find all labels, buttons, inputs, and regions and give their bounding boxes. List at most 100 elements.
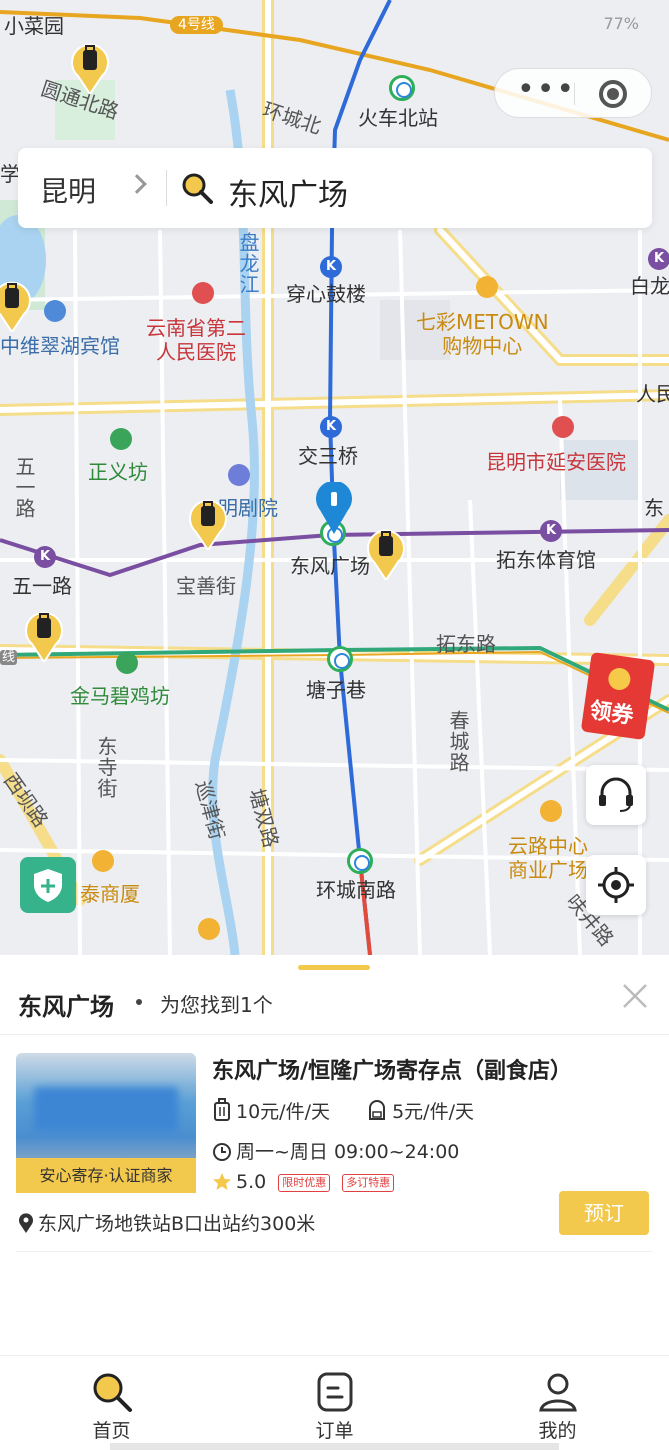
book-button[interactable]: 预订 [559, 1191, 649, 1235]
bottom-tab-bar: 首页 订单 我的 [0, 1355, 669, 1450]
metro-station-icon[interactable] [389, 75, 415, 101]
map-label-xue: 学 [0, 162, 20, 186]
coupon-label: 领券 [587, 698, 636, 730]
promo-tag-multi: 多订特惠 [342, 1174, 395, 1192]
map-label-chuanxin: 穿心鼓楼 [286, 282, 366, 306]
battery-text: 77% [603, 14, 639, 33]
map-label-huancheng-nan: 环城南路 [316, 878, 396, 902]
map-label-baihong: 白龙 [630, 274, 669, 298]
map-label-dongsi: 东寺街 [94, 736, 118, 799]
map-label-dong: 东 [644, 496, 664, 520]
hotel-poi-icon[interactable] [44, 300, 66, 322]
search-bar[interactable]: 昆明 东风广场 [18, 148, 652, 228]
mall-poi-icon[interactable] [198, 918, 220, 940]
price-bag: 5元/件/天 [392, 1101, 474, 1123]
search-icon[interactable] [180, 171, 214, 205]
order-icon [317, 1372, 353, 1412]
luggage-pin-icon[interactable] [70, 40, 110, 94]
search-input[interactable]: 东风广场 [228, 170, 348, 214]
map-label-metown: 七彩METOWN 购物中心 [416, 310, 549, 358]
hours-row: 周一~周日 09:00~24:00 [212, 1137, 459, 1164]
suitcase-icon [214, 1098, 230, 1121]
backpack-icon [369, 1100, 386, 1120]
customer-service-button[interactable] [586, 765, 646, 825]
metro-k-icon: K [320, 256, 342, 278]
shield-plus-icon [34, 869, 62, 902]
ellipsis-icon[interactable]: ••• [517, 75, 574, 109]
map-label-taishang: 泰商厦 [80, 882, 140, 906]
price-luggage: 10元/件/天 [236, 1101, 330, 1123]
luggage-pin-icon[interactable] [366, 526, 406, 580]
map-label-jinma: 金马碧鸡坊 [70, 684, 170, 708]
rating-value: 5.0 [236, 1171, 267, 1193]
luggage-pin-icon[interactable] [0, 278, 32, 332]
map-label-renmin: 人民 [636, 382, 669, 406]
headset-icon [599, 777, 633, 812]
star-icon [213, 1173, 231, 1190]
tab-mine[interactable]: 我的 [446, 1356, 669, 1450]
chevron-right-icon[interactable] [127, 174, 147, 194]
map-label-dongfeng: 东风广场 [290, 554, 370, 578]
metro-k-icon: K [34, 546, 56, 568]
luggage-pin-icon[interactable] [24, 608, 64, 662]
close-icon[interactable] [620, 981, 650, 1011]
map-label-baoshan: 宝善街 [176, 574, 236, 598]
tab-mine-label: 我的 [538, 1420, 577, 1442]
metro-station-icon[interactable] [327, 646, 353, 672]
luggage-pin-icon[interactable] [188, 496, 228, 550]
target-close-icon[interactable] [599, 80, 627, 108]
tab-home-label: 首页 [92, 1420, 131, 1442]
locate-button[interactable] [586, 855, 646, 915]
metro-k-icon: K [540, 520, 562, 542]
metro-k-icon: K [648, 248, 669, 270]
results-title: 东风广场 [18, 993, 114, 1021]
sheet-drag-handle[interactable] [298, 965, 370, 970]
map-label-yunlu: 云路中心 商业广场 [508, 834, 588, 882]
tab-orders[interactable]: 订单 [223, 1356, 446, 1450]
metro-k-icon: K [320, 416, 342, 438]
tab-orders-label: 订单 [315, 1420, 354, 1442]
hospital-poi-icon[interactable] [552, 416, 574, 438]
separator-dot [136, 999, 142, 1005]
miniprogram-capsule: ••• [494, 68, 652, 118]
results-count: 为您找到1个 [160, 993, 273, 1017]
safety-button[interactable] [20, 857, 76, 913]
map-label-wuyi-v: 五一路 [12, 456, 36, 519]
map-label-tuodong-gym: 拓东体育馆 [496, 548, 596, 572]
divider [0, 1034, 669, 1035]
store-name[interactable]: 东风广场/恒隆广场寄存点（副食店） [212, 1053, 572, 1085]
coupon-button[interactable]: 领券 [580, 651, 656, 741]
coin-icon [606, 666, 632, 692]
mall-poi-icon[interactable] [540, 800, 562, 822]
map-label-xian: 线 [0, 650, 18, 665]
hospital-poi-icon[interactable] [192, 282, 214, 304]
mall-poi-icon[interactable] [92, 850, 114, 872]
map-label-yunnan-hospital: 云南省第二 人民医院 [146, 316, 246, 364]
search-icon [93, 1373, 132, 1412]
home-indicator [110, 1443, 559, 1450]
price-row: 10元/件/天 5元/件/天 [212, 1097, 474, 1124]
map-label-chuncheng: 春城路 [446, 710, 470, 773]
camera-poi-icon[interactable] [110, 428, 132, 450]
app-root: 小菜园 4号线 圆通北路 火车北站 环城北 学 盘龙江 穿心鼓楼 白龙 云南省第… [0, 0, 669, 1450]
location-marker-icon [316, 482, 352, 534]
metro-station-icon[interactable] [347, 848, 373, 874]
music-poi-icon[interactable] [228, 464, 250, 486]
map-pin-icon [19, 1213, 33, 1233]
store-sign-image [34, 1087, 178, 1131]
search-divider [166, 170, 167, 206]
city-selector[interactable]: 昆明 [40, 170, 96, 210]
map-view[interactable]: 小菜园 4号线 圆通北路 火车北站 环城北 学 盘龙江 穿心鼓楼 白龙 云南省第… [0, 0, 669, 955]
locate-icon [598, 867, 634, 903]
map-label-panlongjiang: 盘龙江 [236, 232, 260, 295]
camera-poi-icon[interactable] [116, 652, 138, 674]
tab-home[interactable]: 首页 [0, 1356, 223, 1450]
mall-poi-icon[interactable] [476, 276, 498, 298]
user-icon [539, 1373, 577, 1412]
clock-icon [213, 1143, 231, 1161]
results-sheet: 东风广场 为您找到1个 安心寄存·认证商家 东风广场/恒隆广场寄存点（副食店） … [0, 955, 669, 1355]
store-card[interactable]: 安心寄存·认证商家 东风广场/恒隆广场寄存点（副食店） 10元/件/天 5元/件… [16, 1053, 652, 1253]
map-label-yanan: 昆明市延安医院 [486, 450, 626, 474]
divider [16, 1251, 652, 1252]
address-row: 东风广场地铁站B口出站约300米 [18, 1209, 315, 1236]
